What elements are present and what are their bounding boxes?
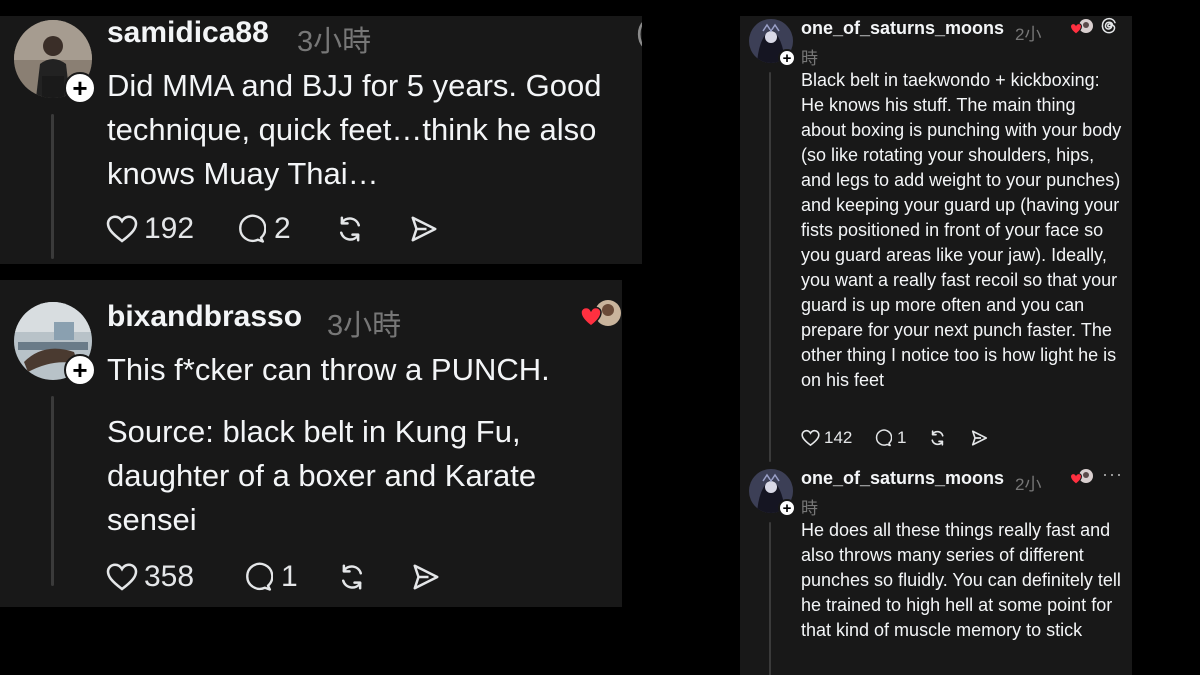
comment-icon <box>239 214 266 243</box>
username[interactable]: one_of_saturns_moons <box>801 468 1004 489</box>
timestamp-wrap: 時 <box>801 49 818 68</box>
repost-button[interactable] <box>336 562 368 592</box>
repost-button[interactable] <box>334 214 366 244</box>
timestamp: 3小時 <box>327 310 402 342</box>
thread-line <box>51 396 54 586</box>
threads-logo-icon <box>1100 17 1118 35</box>
like-count: 192 <box>144 212 195 245</box>
share-icon <box>971 430 988 446</box>
reply-card-samidica88: + samidica88 3小時 ( Did MMA and BJJ for 5… <box>0 16 642 264</box>
share-icon <box>411 216 437 242</box>
liked-by-author-badge <box>580 298 622 330</box>
heart-icon <box>106 563 138 591</box>
heart-icon <box>1069 23 1083 35</box>
post-text: Black belt in taekwondo + kickboxing: He… <box>801 70 1122 390</box>
repost-icon <box>342 564 362 590</box>
follow-plus-icon[interactable]: + <box>778 499 796 517</box>
reply-count: 1 <box>281 560 298 593</box>
timestamp-wrap: 時 <box>801 499 818 518</box>
more-icon[interactable]: ··· <box>1102 464 1123 485</box>
timestamp: 3小時 <box>297 26 372 58</box>
post-text: He does all these things really fast and… <box>801 520 1121 640</box>
heart-icon <box>580 306 602 327</box>
follow-plus-icon[interactable]: + <box>778 49 796 67</box>
follow-plus-icon[interactable]: + <box>64 72 96 104</box>
heart-icon <box>801 429 820 447</box>
thread-column-one_of_saturns_moons: + one_of_saturns_moons 2小 時 Black belt i… <box>740 16 1132 675</box>
liked-by-author-badge <box>1069 18 1094 36</box>
timestamp: 2小 <box>1015 25 1042 44</box>
share-button[interactable] <box>408 214 440 244</box>
heart-icon <box>1069 473 1083 485</box>
username[interactable]: one_of_saturns_moons <box>801 18 1004 39</box>
share-icon <box>413 564 439 590</box>
reply-count: 2 <box>274 212 291 245</box>
follow-plus-icon[interactable]: + <box>64 354 96 386</box>
like-button[interactable]: 358 <box>106 560 194 594</box>
liked-by-author-badge <box>1069 468 1094 486</box>
username[interactable]: bixandbrasso <box>107 300 302 334</box>
repost-button[interactable] <box>928 429 947 447</box>
thread-line <box>769 72 771 462</box>
reply-button[interactable]: 1 <box>874 428 906 448</box>
reply-count: 1 <box>897 428 907 447</box>
reply-button[interactable]: 2 <box>236 212 291 246</box>
comment-icon <box>875 429 892 447</box>
post-text: Did MMA and BJJ for 5 years. Good techni… <box>107 68 602 191</box>
like-count: 142 <box>824 428 853 447</box>
post-text: This f*cker can throw a PUNCH. <box>107 352 550 387</box>
thread-line <box>769 522 771 675</box>
like-button[interactable]: 142 <box>801 428 852 448</box>
thread-line <box>51 114 54 259</box>
post-text-source: Source: black belt in Kung Fu, daughter … <box>107 414 537 537</box>
share-button[interactable] <box>410 562 442 592</box>
timestamp: 2小 <box>1015 475 1042 494</box>
heart-icon <box>106 215 138 243</box>
like-button[interactable]: 192 <box>106 212 194 246</box>
comment-icon <box>246 562 273 591</box>
username[interactable]: samidica88 <box>107 16 269 50</box>
reply-card-bixandbrasso: + bixandbrasso 3小時 This f*cker can throw… <box>0 280 622 607</box>
share-button[interactable] <box>970 429 989 447</box>
clipped-icon: ( <box>636 16 642 50</box>
reply-button[interactable]: 1 <box>243 560 298 594</box>
repost-icon <box>340 216 360 242</box>
like-count: 358 <box>144 560 195 593</box>
repost-icon <box>931 430 944 446</box>
